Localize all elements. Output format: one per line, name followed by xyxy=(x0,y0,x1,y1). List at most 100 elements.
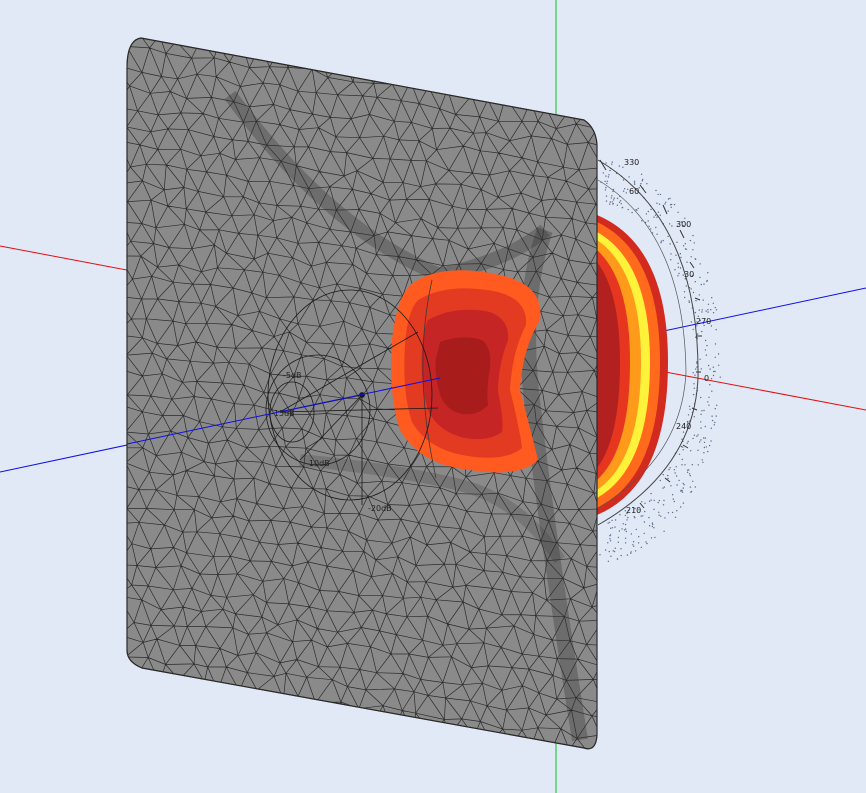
far-field-point xyxy=(619,514,621,516)
far-field-point xyxy=(653,527,655,529)
angle-label-240: 240 xyxy=(676,422,691,431)
far-field-point xyxy=(671,494,674,496)
far-field-point xyxy=(697,434,699,436)
far-field-point xyxy=(688,301,690,304)
far-field-point xyxy=(631,211,633,214)
far-field-point xyxy=(641,220,643,222)
far-field-point xyxy=(703,441,706,444)
far-field-point xyxy=(662,504,665,506)
far-field-point xyxy=(684,464,686,466)
far-field-point xyxy=(670,206,672,208)
far-field-point xyxy=(657,211,660,213)
far-field-point xyxy=(607,522,609,524)
far-field-point xyxy=(612,550,614,552)
far-field-point xyxy=(713,370,715,373)
far-field-point xyxy=(669,197,671,200)
far-field-point xyxy=(655,189,657,192)
far-field-point xyxy=(625,192,627,194)
far-field-point xyxy=(688,469,690,471)
far-field-point xyxy=(613,197,615,199)
far-field-point xyxy=(680,506,682,508)
far-field-point xyxy=(678,453,681,455)
far-field-point xyxy=(706,344,708,347)
3d-viewport[interactable]: 330 60 300 30 270 0 240 210 -5dB -15dB -… xyxy=(0,0,866,793)
far-field-point xyxy=(654,536,656,539)
far-field-point xyxy=(633,180,636,182)
far-field-point xyxy=(705,446,707,448)
far-field-point xyxy=(630,551,632,553)
far-field-point xyxy=(607,560,610,562)
far-field-point xyxy=(712,374,715,377)
far-field-point xyxy=(656,233,658,235)
far-field-point xyxy=(607,176,610,178)
far-field-point xyxy=(651,525,653,528)
far-field-point xyxy=(610,197,612,199)
far-field-point xyxy=(648,525,651,527)
far-field-point xyxy=(700,439,702,441)
far-field-point xyxy=(681,464,683,466)
db-label-1: -5dB xyxy=(283,371,302,380)
far-field-point xyxy=(712,366,714,368)
far-field-point xyxy=(667,235,669,238)
far-field-point xyxy=(690,256,692,258)
polar-scale-tick xyxy=(639,184,647,194)
far-field-point xyxy=(616,204,619,206)
far-field-point xyxy=(700,413,702,415)
far-field-point xyxy=(607,542,609,544)
far-field-point xyxy=(673,500,675,503)
far-field-point xyxy=(618,201,621,203)
far-field-point xyxy=(699,441,701,443)
far-field-point xyxy=(605,162,607,164)
far-field-point xyxy=(687,414,690,416)
far-field-point xyxy=(694,281,696,283)
far-field-point xyxy=(628,176,630,178)
far-field-point xyxy=(627,516,629,519)
far-field-point xyxy=(614,526,616,528)
far-field-point xyxy=(655,226,657,229)
far-field-point xyxy=(667,477,669,480)
far-field-point xyxy=(662,239,664,242)
far-field-point xyxy=(682,245,685,247)
far-field-point xyxy=(688,405,691,407)
far-field-point xyxy=(698,294,700,296)
far-field-point xyxy=(692,393,695,396)
far-field-point xyxy=(696,362,698,364)
far-field-point xyxy=(700,368,702,370)
far-field-point xyxy=(701,311,703,313)
far-field-point xyxy=(652,523,654,526)
far-field-point xyxy=(624,523,627,526)
far-field-point xyxy=(663,499,665,502)
far-field-point xyxy=(707,311,709,313)
polar-scale-tick xyxy=(679,229,685,239)
far-field-point xyxy=(714,306,716,309)
far-field-point xyxy=(651,522,654,524)
far-field-point xyxy=(653,499,655,502)
far-field-point xyxy=(688,300,690,302)
far-field-point xyxy=(622,523,624,525)
far-field-point xyxy=(708,444,711,447)
far-field-point xyxy=(716,404,718,406)
far-field-point xyxy=(697,449,699,451)
angle-label-270: 270 xyxy=(696,317,711,326)
far-field-point xyxy=(632,541,635,543)
far-field-point xyxy=(670,485,672,487)
angle-label-300: 300 xyxy=(676,220,691,229)
far-field-point xyxy=(611,201,613,203)
far-field-point xyxy=(609,534,612,536)
far-field-point xyxy=(641,501,643,503)
far-field-point xyxy=(682,487,684,489)
far-field-point xyxy=(700,283,702,286)
meshed-plate[interactable] xyxy=(116,30,635,793)
far-field-point xyxy=(599,554,601,556)
far-field-point xyxy=(700,396,702,399)
far-field-point xyxy=(681,438,683,440)
far-field-point xyxy=(667,512,670,514)
far-field-point xyxy=(712,302,714,304)
far-field-point xyxy=(660,515,662,517)
far-field-point xyxy=(612,202,614,205)
far-field-point xyxy=(675,254,677,256)
far-field-point xyxy=(703,283,705,285)
far-field-point xyxy=(704,349,707,351)
far-field-point xyxy=(626,519,628,521)
far-field-point xyxy=(680,489,682,492)
